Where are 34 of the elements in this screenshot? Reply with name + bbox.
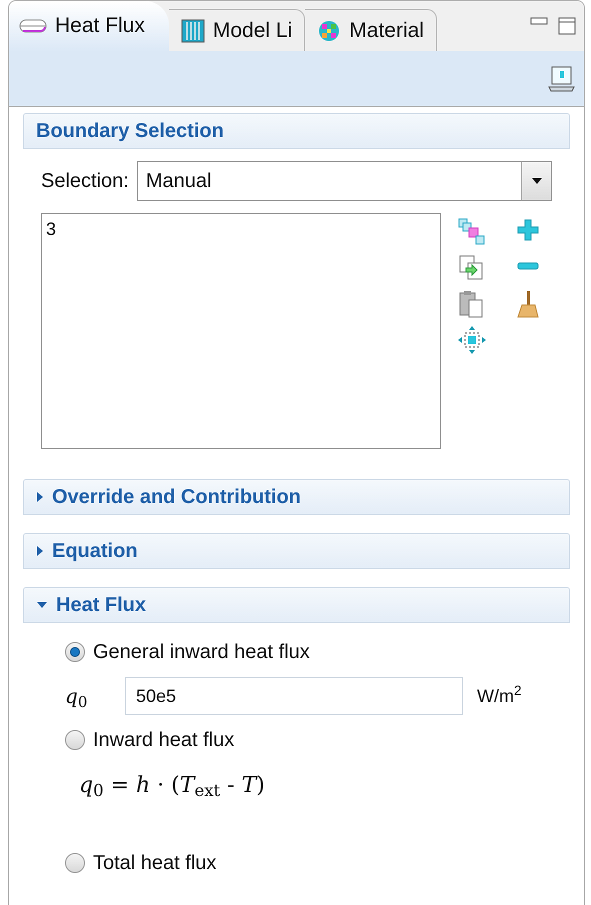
tab[interactable]: Material bbox=[305, 9, 437, 51]
cube-cluster-icon bbox=[317, 18, 342, 42]
unit-label: W/m$^{2}$ bbox=[477, 682, 522, 708]
caret-right-icon bbox=[36, 545, 44, 557]
value-field[interactable]: 50e5 bbox=[125, 677, 463, 715]
tab[interactable]: Model Li bbox=[168, 9, 306, 51]
radio-label: General inward heat flux bbox=[93, 640, 310, 665]
plus-icon[interactable] bbox=[515, 217, 541, 243]
radio-label: Inward heat flux bbox=[93, 728, 234, 753]
section-header[interactable]: Boundary Selection bbox=[23, 113, 570, 149]
field-label: q$_{0}$ bbox=[64, 683, 88, 711]
maximize-icon[interactable] bbox=[558, 17, 576, 35]
tab[interactable]: Heat Flux bbox=[9, 1, 169, 51]
broom-icon[interactable] bbox=[515, 289, 541, 319]
select-boxes-icon[interactable] bbox=[457, 217, 487, 247]
minimize-icon[interactable] bbox=[530, 17, 548, 25]
section-header[interactable]: Override and Contribution bbox=[23, 479, 570, 515]
caret-right-icon bbox=[36, 491, 44, 503]
section-header[interactable]: Equation bbox=[23, 533, 570, 569]
selection-list[interactable]: 3 bbox=[41, 213, 441, 449]
selection-label: Selection: bbox=[41, 169, 129, 194]
section-header[interactable]: Heat Flux bbox=[23, 587, 570, 623]
radio-label: Total heat flux bbox=[93, 851, 216, 876]
help-laptop-icon[interactable] bbox=[548, 64, 576, 92]
grid-icon bbox=[180, 18, 205, 42]
selection-dropdown[interactable]: Manual bbox=[136, 161, 552, 201]
list-item[interactable]: 3 bbox=[46, 218, 436, 240]
zoom-selection-icon[interactable] bbox=[457, 325, 487, 355]
radio-button[interactable] bbox=[65, 853, 85, 873]
capsule-icon bbox=[19, 18, 47, 34]
equation: q$_{0}$ = h · (T$_{ext}$ - T) bbox=[79, 773, 265, 798]
radio-button[interactable] bbox=[65, 730, 85, 750]
radio-button[interactable] bbox=[65, 642, 85, 662]
caret-down-icon bbox=[36, 601, 48, 609]
